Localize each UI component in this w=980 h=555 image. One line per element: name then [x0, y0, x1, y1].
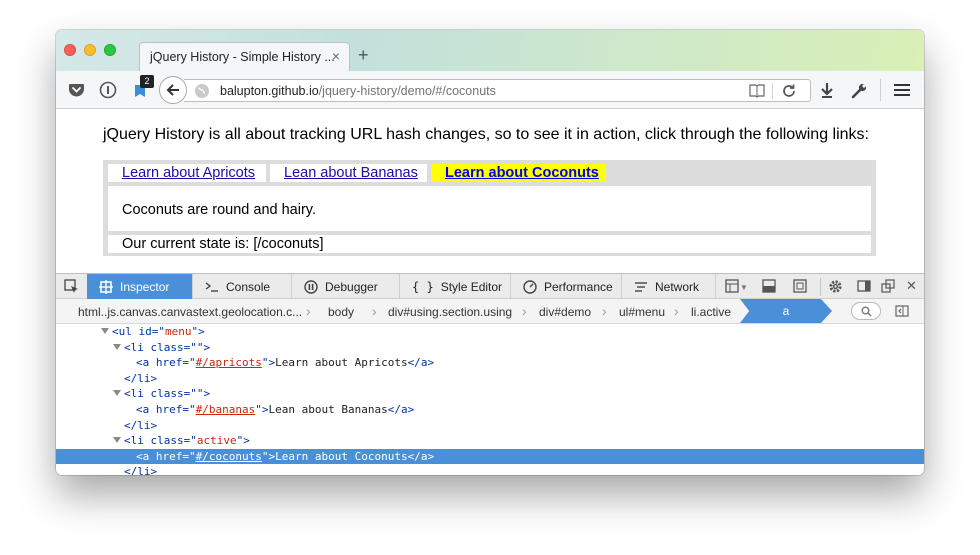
reload-icon[interactable] — [781, 83, 797, 104]
url-path: /jquery-history/demo/#/coconuts — [318, 84, 496, 98]
url-bar[interactable]: balupton.github.io/jquery-history/demo/#… — [184, 79, 811, 102]
breadcrumb-div-using[interactable]: div#using.section.using — [388, 305, 512, 319]
console-icon — [205, 281, 218, 292]
extension-badge: 2 — [140, 75, 154, 88]
separate-window-icon[interactable] — [881, 279, 895, 298]
content-panel: Coconuts are round and hairy. — [108, 186, 871, 231]
tab-title: jQuery History - Simple History ... — [150, 50, 335, 64]
nav-toolbar: 2 balupton.github.io/jquery-history/demo… — [56, 71, 924, 109]
settings-gear-icon[interactable] — [828, 279, 843, 299]
demo-box: Learn about Apricots Lean about Bananas … — [103, 160, 876, 256]
tab-debugger[interactable]: Debugger — [292, 274, 400, 299]
menu-link-coconuts[interactable]: Learn about Coconuts — [431, 164, 606, 182]
download-icon[interactable] — [817, 80, 837, 100]
devtools-toolbar: Inspector Console Debugger { } Style Edi… — [56, 273, 924, 299]
performance-icon — [523, 279, 537, 294]
close-devtools-icon[interactable]: ✕ — [906, 278, 917, 294]
breadcrumb: html..js.canvas.canvastext.geolocation.c… — [56, 299, 924, 324]
window-close-button[interactable] — [64, 44, 76, 56]
chevron-right-icon: › — [306, 303, 311, 319]
markup-line[interactable]: </li> — [56, 371, 924, 387]
dock-side-icon[interactable] — [857, 279, 871, 298]
tab-debugger-label: Debugger — [325, 279, 378, 294]
tab-inspector[interactable]: Inspector — [87, 274, 193, 299]
markup-line[interactable]: <ul id="menu"> — [56, 324, 924, 340]
chevron-right-icon: › — [674, 303, 679, 319]
markup-line[interactable]: <li class=""> — [56, 386, 924, 402]
twisty-open-icon[interactable] — [113, 437, 121, 444]
chevron-right-icon: › — [372, 303, 377, 319]
url-divider — [772, 83, 773, 99]
globe-icon — [194, 83, 210, 104]
window-maximize-button[interactable] — [104, 44, 116, 56]
browser-window: jQuery History - Simple History ... × + … — [56, 30, 924, 475]
network-icon — [635, 281, 647, 292]
sidebar-toggle-icon[interactable] — [895, 304, 909, 322]
markup-line-selected[interactable]: <a href="#/coconuts">Learn about Coconut… — [56, 448, 924, 465]
markup-line[interactable]: </li> — [56, 464, 924, 475]
chevron-right-icon: › — [602, 303, 607, 319]
menu-link-apricots[interactable]: Learn about Apricots — [108, 164, 266, 182]
url-host: balupton.github.io — [220, 84, 319, 98]
reader-view-icon[interactable] — [749, 84, 765, 103]
markup-tree: <ul id="menu"> <li class=""> <a href="#/… — [56, 324, 924, 475]
frame-select-icon[interactable] — [725, 279, 739, 298]
window-minimize-button[interactable] — [84, 44, 96, 56]
split-console-icon[interactable] — [762, 279, 776, 298]
tab-network-label: Network — [655, 279, 700, 294]
breadcrumb-div-demo[interactable]: div#demo — [539, 305, 591, 319]
markup-search-button[interactable] — [851, 302, 881, 320]
devtools-separator — [820, 278, 821, 296]
new-tab-button[interactable]: + — [358, 45, 369, 66]
tab-network[interactable]: Network — [622, 274, 716, 299]
browser-tab[interactable]: jQuery History - Simple History ... × — [139, 42, 350, 71]
info-icon[interactable] — [98, 80, 118, 100]
twisty-open-icon[interactable] — [113, 390, 121, 397]
state-panel: Our current state is: [/coconuts] — [108, 235, 871, 253]
breadcrumb-li-active[interactable]: li.active — [691, 305, 731, 319]
markup-line[interactable]: <a href="#/apricots">Learn about Apricot… — [56, 355, 924, 371]
screenshot-icon[interactable] — [793, 279, 807, 298]
markup-line[interactable]: <a href="#/bananas">Lean about Bananas</… — [56, 402, 924, 418]
style-editor-icon: { } — [412, 279, 434, 294]
breadcrumb-html[interactable]: html..js.canvas.canvastext.geolocation.c… — [78, 305, 302, 319]
pocket-icon[interactable] — [66, 80, 86, 100]
hamburger-menu-icon[interactable] — [892, 80, 912, 100]
markup-line[interactable]: </li> — [56, 418, 924, 434]
breadcrumb-a-active[interactable]: a — [740, 299, 832, 323]
inspector-icon — [99, 279, 113, 294]
frame-dropdown-icon[interactable]: ▼ — [740, 283, 748, 292]
breadcrumb-body[interactable]: body — [328, 305, 354, 319]
tab-performance-label: Performance — [544, 279, 613, 294]
debugger-icon — [304, 279, 318, 294]
title-bar: jQuery History - Simple History ... × + — [56, 30, 924, 71]
breadcrumb-ul-menu[interactable]: ul#menu — [619, 305, 665, 319]
intro-text: jQuery History is all about tracking URL… — [103, 126, 869, 143]
chevron-right-icon: › — [522, 303, 527, 319]
markup-line[interactable]: <li class="active"> — [56, 433, 924, 449]
tab-console-label: Console — [226, 279, 271, 294]
tab-console[interactable]: Console — [193, 274, 292, 299]
markup-line[interactable]: <li class=""> — [56, 340, 924, 356]
tab-style-editor[interactable]: { } Style Editor — [400, 274, 511, 299]
page-content: jQuery History is all about tracking URL… — [56, 110, 924, 277]
panel-text: Coconuts are round and hairy. — [122, 202, 316, 218]
element-picker-icon[interactable] — [64, 279, 79, 299]
tab-performance[interactable]: Performance — [511, 274, 622, 299]
tab-inspector-label: Inspector — [120, 279, 170, 294]
back-button[interactable] — [159, 76, 187, 104]
twisty-open-icon[interactable] — [101, 328, 109, 334]
search-icon — [861, 306, 871, 316]
toolbar-separator — [880, 79, 881, 101]
twisty-open-icon[interactable] — [113, 343, 121, 350]
tab-style-editor-label: Style Editor — [440, 279, 503, 294]
back-arrow-icon — [166, 84, 179, 96]
menu-link-bananas[interactable]: Lean about Bananas — [270, 164, 427, 182]
tab-close-icon[interactable]: × — [332, 48, 340, 64]
wrench-icon[interactable] — [849, 80, 869, 100]
url-text[interactable]: balupton.github.io/jquery-history/demo/#… — [220, 84, 496, 98]
state-text: Our current state is: [/coconuts] — [122, 236, 324, 252]
